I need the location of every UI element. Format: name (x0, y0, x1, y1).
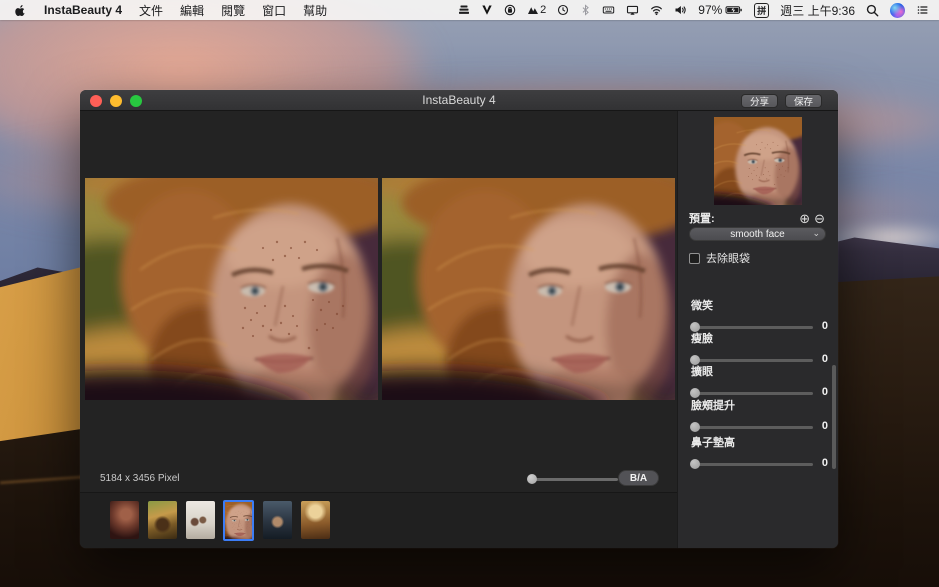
keyboard-icon[interactable] (602, 4, 615, 16)
save-button[interactable]: 保存 (785, 94, 822, 108)
window-title: InstaBeauty 4 (80, 93, 838, 107)
preview-thumbnail (714, 117, 802, 205)
battery-percent: 97% (698, 3, 722, 17)
slider-track[interactable] (691, 326, 813, 329)
after-photo[interactable] (382, 178, 675, 400)
slider-track[interactable] (691, 392, 813, 395)
slider-cheek-lift: 臉頰提升 0 (691, 397, 828, 427)
add-preset-icon[interactable]: ⊕ (799, 212, 810, 225)
slider-slim-face: 瘦臉 0 (691, 330, 828, 360)
slider-label: 瘦臉 (691, 330, 828, 346)
zoom-button[interactable] (130, 95, 142, 107)
menu-edit[interactable]: 編輯 (180, 2, 204, 19)
canvas-status-bar: 5184 x 3456 Pixel B/A (80, 466, 677, 492)
slider-track[interactable] (691, 463, 813, 466)
close-button[interactable] (90, 95, 102, 107)
filmstrip-thumbnail[interactable] (186, 501, 215, 539)
slider-value: 0 (822, 457, 828, 469)
airplay-display-icon[interactable] (626, 4, 639, 16)
time-machine-icon[interactable] (557, 4, 569, 16)
notification-center-icon[interactable] (916, 4, 929, 16)
chevron-down-icon: ⌄ (812, 228, 820, 239)
desktop: InstaBeauty 4 文件 編輯 閱覽 窗口 幫助 2 (0, 0, 939, 587)
menu-view[interactable]: 閱覽 (221, 2, 245, 19)
slider-track[interactable] (691, 426, 813, 429)
wifi-icon[interactable] (650, 4, 663, 16)
preset-dropdown[interactable]: smooth face ⌄ (689, 227, 826, 241)
bluetooth-icon[interactable] (580, 4, 591, 16)
slider-value: 0 (822, 420, 828, 432)
menubar-clock[interactable]: 週三 上午9:36 (780, 2, 855, 19)
slider-track[interactable] (691, 359, 813, 362)
zoom-slider-thumb[interactable] (527, 474, 537, 484)
spotlight-search-icon[interactable] (866, 4, 879, 17)
siri-icon[interactable] (890, 3, 905, 18)
editor-canvas: 5184 x 3456 Pixel B/A (80, 111, 677, 548)
title-bar[interactable]: InstaBeauty 4 分享 保存 (80, 90, 838, 111)
slider-nose-lift: 鼻子墊高 0 (691, 434, 828, 464)
filmstrip-thumbnail[interactable] (263, 501, 292, 539)
filmstrip-thumbnail[interactable] (301, 501, 330, 539)
battery-charging-icon (725, 4, 743, 16)
slider-thumb[interactable] (690, 422, 700, 432)
menu-file[interactable]: 文件 (139, 2, 163, 19)
share-button[interactable]: 分享 (741, 94, 778, 108)
preset-dropdown-value: smooth face (730, 229, 784, 240)
slider-enlarge-eyes: 擴眼 0 (691, 363, 828, 393)
slider-smile: 微笑 0 (691, 297, 828, 327)
slider-thumb[interactable] (690, 459, 700, 469)
filmstrip (80, 492, 677, 548)
menu-bar: InstaBeauty 4 文件 編輯 閱覽 窗口 幫助 2 (0, 0, 939, 20)
mountain-badge-icon[interactable]: 2 (527, 4, 546, 16)
slider-label: 鼻子墊高 (691, 434, 828, 450)
remove-preset-icon[interactable]: ⊖ (814, 212, 825, 225)
before-photo[interactable] (85, 178, 378, 400)
before-after-button[interactable]: B/A (618, 470, 659, 486)
minimize-button[interactable] (110, 95, 122, 107)
volume-icon[interactable] (674, 4, 687, 16)
panel-scrollbar[interactable] (832, 365, 836, 469)
filmstrip-thumbnail[interactable] (148, 501, 177, 539)
zoom-slider[interactable] (528, 478, 618, 481)
preset-label: 預置: (689, 210, 715, 226)
apple-menu-icon[interactable] (14, 4, 27, 17)
remove-eyebags-label: 去除眼袋 (706, 250, 750, 266)
slider-label: 擴眼 (691, 363, 828, 379)
menubar-app-name[interactable]: InstaBeauty 4 (44, 3, 122, 17)
v-app-icon[interactable] (481, 4, 493, 16)
menu-help[interactable]: 幫助 (303, 2, 327, 19)
slider-label: 微笑 (691, 297, 828, 313)
menu-window[interactable]: 窗口 (262, 2, 286, 19)
slider-label: 臉頰提升 (691, 397, 828, 413)
filmstrip-thumbnail-selected[interactable] (223, 500, 254, 541)
input-method-icon[interactable]: 拼 (754, 3, 769, 18)
lock-circle-icon[interactable] (504, 4, 516, 16)
image-size-label: 5184 x 3456 Pixel (100, 473, 180, 484)
adjustments-panel: 預置: ⊕ ⊖ smooth face ⌄ 去除眼袋 微笑 (677, 111, 838, 548)
layers-icon[interactable] (458, 4, 470, 16)
filmstrip-thumbnail[interactable] (110, 501, 139, 539)
app-window: InstaBeauty 4 分享 保存 5184 x 3456 Pixel B/ (80, 90, 838, 548)
badge-count: 2 (540, 4, 546, 16)
battery-status[interactable]: 97% (698, 3, 743, 17)
remove-eyebags-checkbox[interactable] (689, 253, 700, 264)
